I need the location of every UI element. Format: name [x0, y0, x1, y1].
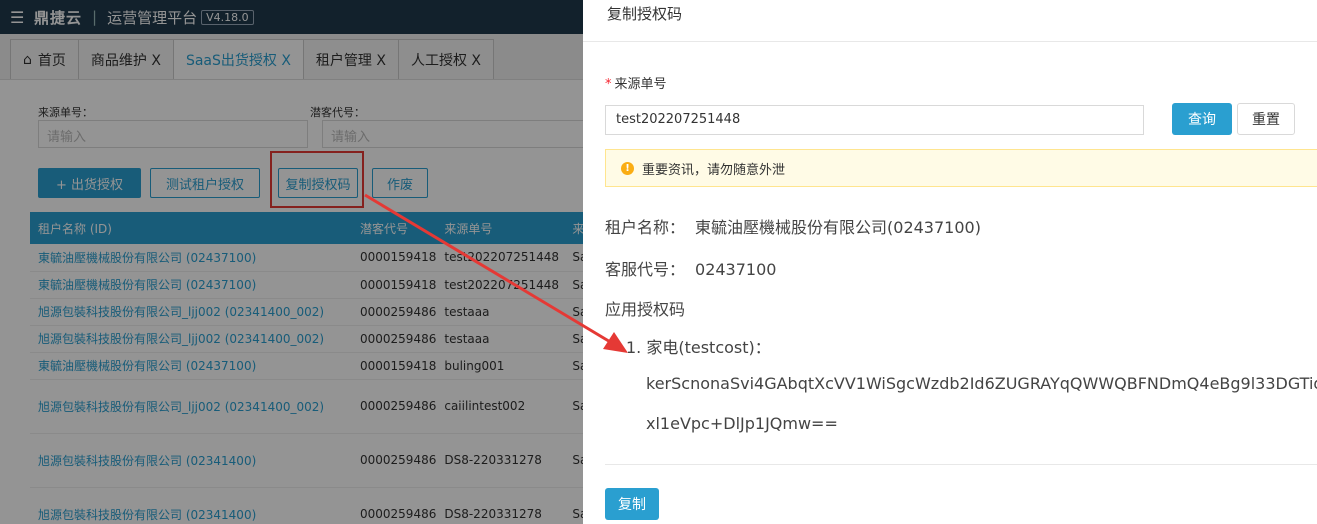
label-text: 来源单号: [614, 77, 667, 92]
auth-code-line-2: xl1eVpc+DlJp1JQmw==: [646, 414, 838, 433]
tenant-name-label: 租户名称：: [605, 218, 686, 237]
tenant-name-row: 租户名称： 東毓油壓機械股份有限公司(02437100): [605, 214, 981, 238]
auth-code-line-1: kerScnonaSvi4GAbqtXcVV1WiSgcWzdb2Id6ZUGR…: [646, 374, 1317, 393]
screen: ☰ 鼎捷云 | 运营管理平台 V4.18.0 ⌂ 首页 商品维护 X SaaS出…: [0, 0, 1317, 524]
query-button[interactable]: 查询: [1172, 103, 1232, 135]
modal-overlay[interactable]: [0, 0, 600, 524]
reset-button[interactable]: 重置: [1237, 103, 1295, 135]
footer-divider: [605, 464, 1317, 465]
service-code-label: 客服代号：: [605, 260, 686, 279]
source-no-field[interactable]: test202207251448: [605, 105, 1144, 135]
alert-text: 重要资讯，请勿随意外泄: [642, 162, 786, 178]
copy-button[interactable]: 复制: [605, 488, 659, 520]
service-code-row: 客服代号： 02437100: [605, 256, 776, 280]
copy-auth-code-drawer: 复制授权码 * 来源单号 test202207251448 查询 重置 ! 重要资…: [583, 0, 1317, 524]
source-no-field-label: * 来源单号: [605, 73, 667, 92]
warning-alert: ! 重要资讯，请勿随意外泄: [605, 149, 1317, 187]
drawer-title: 复制授权码: [583, 0, 1317, 42]
app-auth-code-heading: 应用授权码: [605, 300, 686, 319]
required-asterisk: *: [605, 77, 612, 92]
warning-icon: !: [621, 161, 634, 175]
auth-item-title: 1. 家电(testcost)：: [626, 338, 771, 357]
tenant-name-value: 東毓油壓機械股份有限公司(02437100): [695, 218, 981, 237]
service-code-value: 02437100: [695, 260, 777, 279]
